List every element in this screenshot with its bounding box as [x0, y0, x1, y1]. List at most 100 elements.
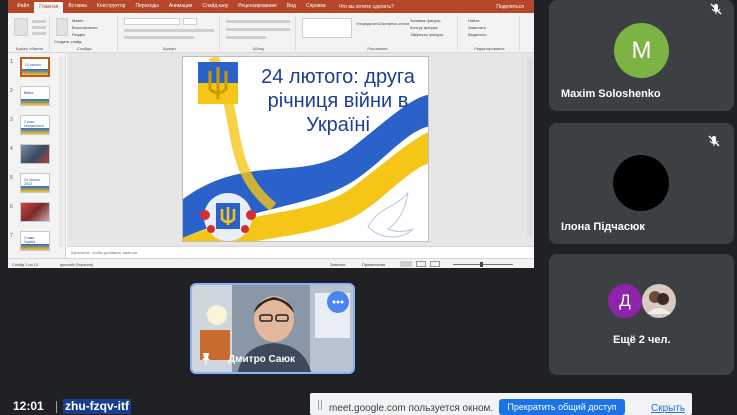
tab-transitions[interactable]: Переходы [130, 0, 163, 13]
thumb-number: 4 [10, 146, 13, 152]
thumb-title: 24 лютого [25, 63, 42, 67]
avatar-initial: Д [619, 291, 631, 310]
group-label: Буфер обмена [15, 46, 44, 51]
more-options-button[interactable] [327, 291, 349, 313]
participant-tile-ilona[interactable]: Ілона Підчасюк [549, 123, 734, 244]
meeting-clock: 12:01 [13, 399, 44, 413]
ribbon-band [21, 244, 49, 250]
cut-icon[interactable] [32, 20, 46, 23]
participant-tile-maxim[interactable]: M Maxim Soloshenko [549, 0, 734, 111]
avatar [613, 155, 669, 211]
participant-name: Ілона Підчасюк [561, 221, 645, 233]
divider [56, 401, 57, 413]
pin-icon[interactable] [200, 352, 212, 366]
language-indicator[interactable]: русский (Украина) [60, 262, 93, 267]
shape-outline-button[interactable]: Контур фигуры [410, 25, 438, 30]
select-button[interactable]: Выделить [468, 32, 486, 37]
slide-editor: 24 лютого: друга річниця війни в Україні [67, 53, 534, 258]
stop-sharing-button[interactable]: Прекратить общий доступ [499, 399, 625, 415]
more-participants-tile[interactable]: Д Ещё 2 чел. [549, 254, 734, 375]
screen-share-bar: meet.google.com пользуется окном. Прекра… [310, 393, 692, 415]
tab-insert[interactable]: Вставка [63, 0, 92, 13]
font-formatting-buttons[interactable] [124, 29, 214, 32]
ribbon-band [22, 69, 48, 75]
notes-toggle[interactable]: Заметки [330, 262, 345, 267]
hide-button[interactable]: Скрыть [651, 403, 685, 414]
section-button[interactable]: Раздел [72, 32, 85, 37]
reading-view-icon[interactable] [430, 261, 440, 267]
thumb-photo [21, 203, 49, 221]
thumb-number: 5 [10, 175, 13, 181]
tab-home[interactable]: Главная [34, 2, 64, 13]
group-drawing: Упорядочить Экспресс-стили Заливка фигур… [298, 15, 458, 51]
participant-name: Maxim Soloshenko [561, 88, 661, 100]
thumb-title: 2 роки незламності [24, 120, 44, 128]
notes-pane[interactable]: Щелкните, чтобы добавить заметки [67, 246, 534, 258]
replace-button[interactable]: Заменить [468, 25, 486, 30]
shapes-gallery[interactable] [302, 18, 352, 38]
new-slide-button[interactable]: Создать слайд [54, 39, 81, 44]
slide-thumbnail[interactable] [20, 144, 50, 164]
avatar: M [614, 23, 669, 78]
slide-thumbnail[interactable]: Слава Україні [20, 231, 50, 251]
arrange-button[interactable]: Упорядочить [356, 21, 380, 26]
share-button[interactable]: Поделиться [496, 4, 524, 10]
tab-file[interactable]: Файл [12, 0, 34, 13]
tab-review[interactable]: Рецензирование [233, 0, 282, 13]
slide-thumbnail[interactable]: Війна [20, 86, 50, 106]
list-buttons[interactable] [226, 20, 290, 23]
tab-view[interactable]: Вид [282, 0, 301, 13]
align-buttons[interactable] [226, 28, 290, 31]
new-slide-icon[interactable] [56, 18, 68, 36]
paste-icon[interactable] [14, 18, 28, 36]
slide-count: Слайд 1 из 12 [12, 262, 39, 267]
font-name-select[interactable] [124, 18, 180, 25]
slide-thumbnail[interactable] [20, 202, 50, 222]
slide-thumbnail[interactable]: 24 лютого 2022 [20, 173, 50, 193]
avatar-initial: M [631, 36, 652, 64]
font-size-select[interactable] [183, 18, 197, 25]
slide-thumbnail[interactable]: 2 роки незламності [20, 115, 50, 135]
thumb-title: 24 лютого 2022 [24, 178, 41, 186]
reset-button[interactable]: Восстановить [72, 25, 98, 30]
presenter-video-tile[interactable]: Дмитро Саюк [190, 283, 355, 374]
quick-styles-button[interactable]: Экспресс-стили [380, 21, 409, 26]
layout-button[interactable]: Макет [72, 18, 83, 23]
zoom-slider-thumb[interactable] [480, 262, 483, 267]
comments-toggle[interactable]: Примечания [362, 262, 385, 267]
group-editing: Найти Заменить Выделить Редактирование [460, 15, 520, 51]
direction-buttons[interactable] [226, 36, 266, 39]
avatar: Д [608, 284, 642, 318]
thumbnail-scrollbar[interactable] [59, 57, 63, 247]
zoom-slider[interactable] [453, 264, 513, 265]
slide-thumbnail[interactable]: 24 лютого [20, 57, 50, 77]
shared-powerpoint-window: Файл Главная Вставка Конструктор Переход… [8, 0, 534, 268]
tab-design[interactable]: Конструктор [92, 0, 131, 13]
shape-fill-button[interactable]: Заливка фигуры [410, 18, 441, 23]
copy-icon[interactable] [32, 26, 46, 29]
drag-handle[interactable] [318, 400, 322, 410]
presenter-name: Дмитро Саюк [228, 354, 296, 365]
tab-slideshow[interactable]: Слайд-шоу [197, 0, 233, 13]
ribbon: Буфер обмена Макет Восстановить Раздел С… [8, 13, 534, 53]
tell-me-search[interactable]: Что вы хотите сделать? [339, 4, 394, 10]
thumb-number: 1 [10, 59, 13, 65]
slide-title: 24 лютого: друга річниця війни в Україні [261, 66, 415, 136]
current-slide[interactable]: 24 лютого: друга річниця війни в Україні [182, 56, 429, 242]
group-font: Шрифт [120, 15, 220, 51]
sorter-view-icon[interactable] [416, 261, 426, 267]
tab-help[interactable]: Справка [301, 0, 331, 13]
font-color-buttons[interactable] [124, 36, 194, 39]
normal-view-icon[interactable] [400, 261, 412, 267]
group-paragraph: Абзац [222, 15, 296, 51]
slide-thumbnail-pane: 1 24 лютого 2 Війна 3 2 роки незламності… [8, 53, 66, 258]
format-painter-icon[interactable] [32, 32, 46, 35]
status-bar: Слайд 1 из 12 русский (Украина) Заметки … [8, 258, 534, 268]
meeting-code: zhu-fzqv-itf [63, 399, 131, 414]
shape-effects-button[interactable]: Эффекты фигуры [410, 32, 443, 37]
find-button[interactable]: Найти [468, 18, 479, 23]
editor-scrollbar[interactable] [527, 57, 532, 237]
tab-animation[interactable]: Анимация [164, 0, 197, 13]
thumb-number: 6 [10, 204, 13, 210]
mic-off-icon [708, 135, 720, 147]
